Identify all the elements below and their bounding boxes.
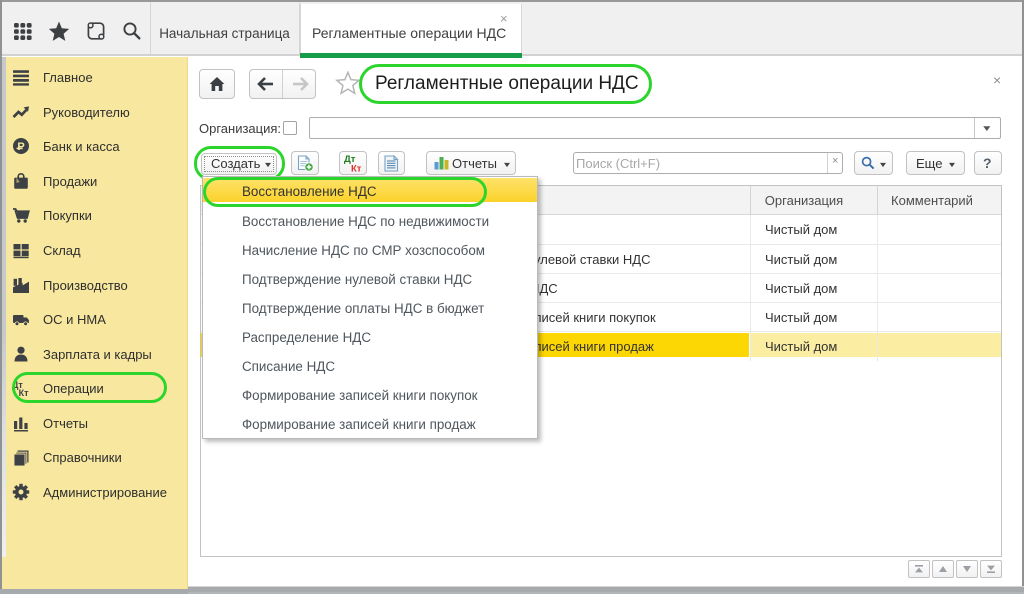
- svg-text:Кт: Кт: [351, 164, 362, 174]
- svg-text:Р: Р: [17, 141, 24, 153]
